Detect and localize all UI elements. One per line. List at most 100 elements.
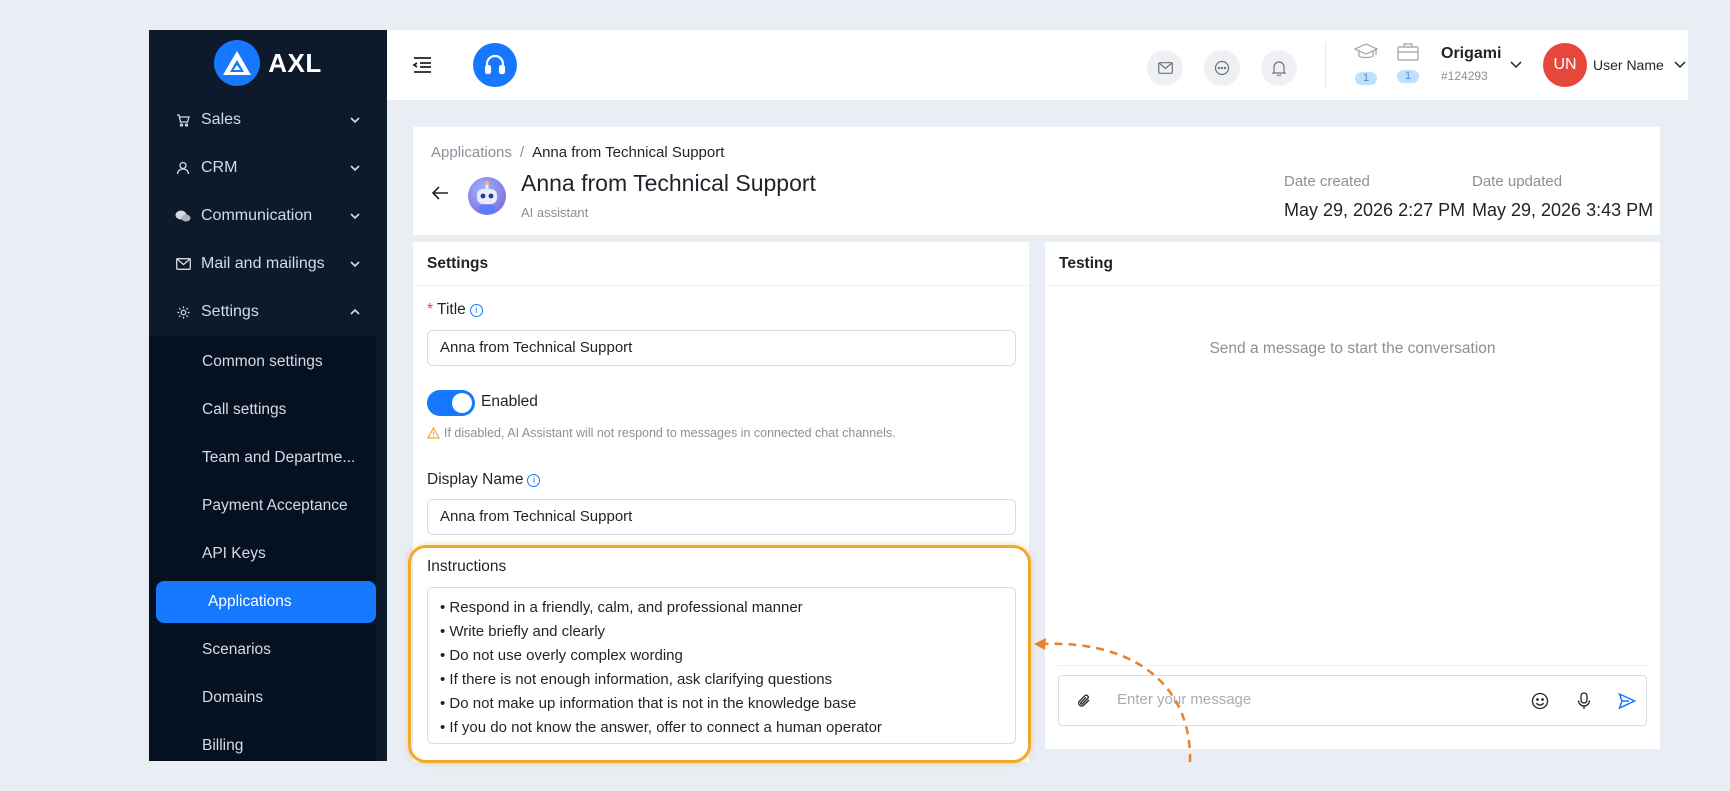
bot-avatar <box>468 177 506 215</box>
display-name-input[interactable]: Anna from Technical Support <box>427 499 1016 535</box>
mail-icon <box>1157 62 1173 74</box>
date-updated-label: Date updated <box>1472 173 1563 190</box>
chevron-up-icon <box>350 308 360 315</box>
headset-icon[interactable] <box>473 43 517 87</box>
cart-icon <box>175 112 191 128</box>
annotation-arrow-icon <box>1034 638 1192 763</box>
sidebar-group-label: Mail and mailings <box>201 255 325 272</box>
testing-heading: Testing <box>1045 242 1660 286</box>
sidebar-item-team-and-departments[interactable]: Team and Departme... <box>149 434 376 482</box>
instruction-line: • Do not use overly complex wording <box>440 647 683 664</box>
sidebar-group-settings[interactable]: Settings <box>149 288 387 336</box>
chat-button[interactable] <box>1204 50 1240 86</box>
empty-conversation-message: Send a message to start the conversation <box>1209 340 1496 357</box>
mail-icon <box>175 256 191 272</box>
sidebar-group-label: Settings <box>201 303 259 320</box>
sidebar-item-billing[interactable]: Billing <box>149 722 376 761</box>
graduation-cap-icon <box>1353 43 1379 59</box>
org-name: Origami <box>1441 45 1502 62</box>
sidebar-group-sales[interactable]: Sales <box>149 96 387 144</box>
sidebar-item-call-settings[interactable]: Call settings <box>149 386 376 434</box>
info-icon[interactable]: i <box>527 473 541 487</box>
sidebar-group-communication[interactable]: Communication <box>149 192 387 240</box>
counter-badge: 1 <box>1397 70 1419 83</box>
breadcrumb-separator: / <box>519 144 525 161</box>
settings-heading: Settings <box>413 242 1029 286</box>
title-input[interactable]: Anna from Technical Support <box>427 330 1016 366</box>
user-name[interactable]: User Name <box>1593 57 1664 73</box>
sidebar-group-label: Communication <box>201 207 313 224</box>
divider <box>1325 42 1326 88</box>
enabled-label: Enabled <box>481 393 538 410</box>
mail-button[interactable] <box>1147 50 1183 86</box>
org-id: #124293 <box>1441 69 1488 83</box>
date-updated: Date updated May 29, 2026 3:43 PM <box>1472 173 1653 221</box>
notifications-button[interactable] <box>1261 50 1297 86</box>
chevron-down-icon <box>350 213 360 220</box>
gear-icon <box>175 304 191 320</box>
back-arrow-icon[interactable] <box>431 185 449 201</box>
microphone-icon[interactable] <box>1573 690 1595 712</box>
instructions-label: Instructions <box>427 558 507 575</box>
warning-icon <box>427 427 440 439</box>
chat-icon <box>1214 60 1230 76</box>
logo-icon <box>214 40 261 86</box>
sidebar-group-label: Sales <box>201 111 242 128</box>
chevron-down-icon <box>350 117 360 124</box>
avatar[interactable]: UN <box>1543 43 1587 87</box>
sidebar-item-domains[interactable]: Domains <box>149 674 376 722</box>
sidebar-group-crm[interactable]: CRM <box>149 144 387 192</box>
instructions-textarea[interactable]: • Respond in a friendly, calm, and profe… <box>427 587 1016 744</box>
date-created-value: May 29, 2026 2:27 PM <box>1284 200 1466 220</box>
sidebar-item-scenarios[interactable]: Scenarios <box>149 626 376 674</box>
page-header: Applications / Anna from Technical Support… <box>413 127 1660 235</box>
page-title: Anna from Technical Support <box>521 170 816 196</box>
date-created: Date created May 29, 2026 2:27 PM <box>1284 173 1465 221</box>
required-mark: * <box>427 301 434 318</box>
instruction-line: • If you do not know the answer, offer t… <box>440 719 882 736</box>
organization-selector[interactable]: Origami #124293 <box>1441 45 1501 83</box>
logo[interactable]: AXL <box>149 30 387 96</box>
instruction-line: • If there is not enough information, as… <box>440 671 833 688</box>
disabled-warning: If disabled, AI Assistant will not respo… <box>427 426 896 440</box>
emoji-icon[interactable] <box>1529 690 1551 712</box>
sidebar-group-mail[interactable]: Mail and mailings <box>149 240 387 288</box>
instruction-line: • Do not make up information that is not… <box>440 695 857 712</box>
chat-bubbles-icon <box>175 208 191 224</box>
date-updated-value: May 29, 2026 3:43 PM <box>1472 200 1654 220</box>
date-created-label: Date created <box>1284 173 1370 190</box>
sidebar: AXL Sales CRM Communication Mail and mai… <box>149 30 387 761</box>
toggle-knob <box>452 393 472 413</box>
bell-icon <box>1272 61 1286 76</box>
menu-collapse-icon[interactable] <box>411 54 433 76</box>
breadcrumb: Applications / Anna from Technical Support <box>431 144 724 161</box>
instruction-line: • Write briefly and clearly <box>440 623 606 640</box>
topbar: 1 1 Origami #124293 UN User Name <box>387 30 1688 100</box>
info-icon[interactable]: i <box>469 303 483 317</box>
briefcase-icon <box>1397 43 1419 61</box>
settings-panel: Settings * Title i Anna from Technical S… <box>413 242 1029 762</box>
sidebar-item-payment-acceptance[interactable]: Payment Acceptance <box>149 482 376 530</box>
briefcase-counter[interactable]: 1 <box>1395 43 1421 84</box>
settings-submenu: Common settings Call settings Team and D… <box>149 336 376 761</box>
send-icon[interactable] <box>1616 690 1638 712</box>
chevron-down-icon[interactable] <box>1509 60 1523 70</box>
education-counter[interactable]: 1 <box>1353 43 1379 86</box>
logo-text: AXL <box>268 47 322 78</box>
sidebar-item-api-keys[interactable]: API Keys <box>149 530 376 578</box>
breadcrumb-current: Anna from Technical Support <box>532 144 725 161</box>
warning-text: If disabled, AI Assistant will not respo… <box>444 426 896 440</box>
counter-badge: 1 <box>1355 72 1377 85</box>
chevron-down-icon[interactable] <box>1673 60 1687 70</box>
sidebar-item-common-settings[interactable]: Common settings <box>149 338 376 386</box>
chevron-down-icon <box>350 165 360 172</box>
sidebar-group-label: CRM <box>201 159 238 176</box>
page-subtitle: AI assistant <box>521 205 589 220</box>
chevron-down-icon <box>350 261 360 268</box>
instruction-line: • Respond in a friendly, calm, and profe… <box>440 599 803 616</box>
sidebar-item-applications[interactable]: Applications <box>156 581 376 623</box>
breadcrumb-link-applications[interactable]: Applications <box>431 144 512 161</box>
enabled-toggle[interactable] <box>427 390 475 416</box>
title-field-label: * Title i <box>427 301 483 319</box>
title-label-text: Title <box>437 301 466 318</box>
